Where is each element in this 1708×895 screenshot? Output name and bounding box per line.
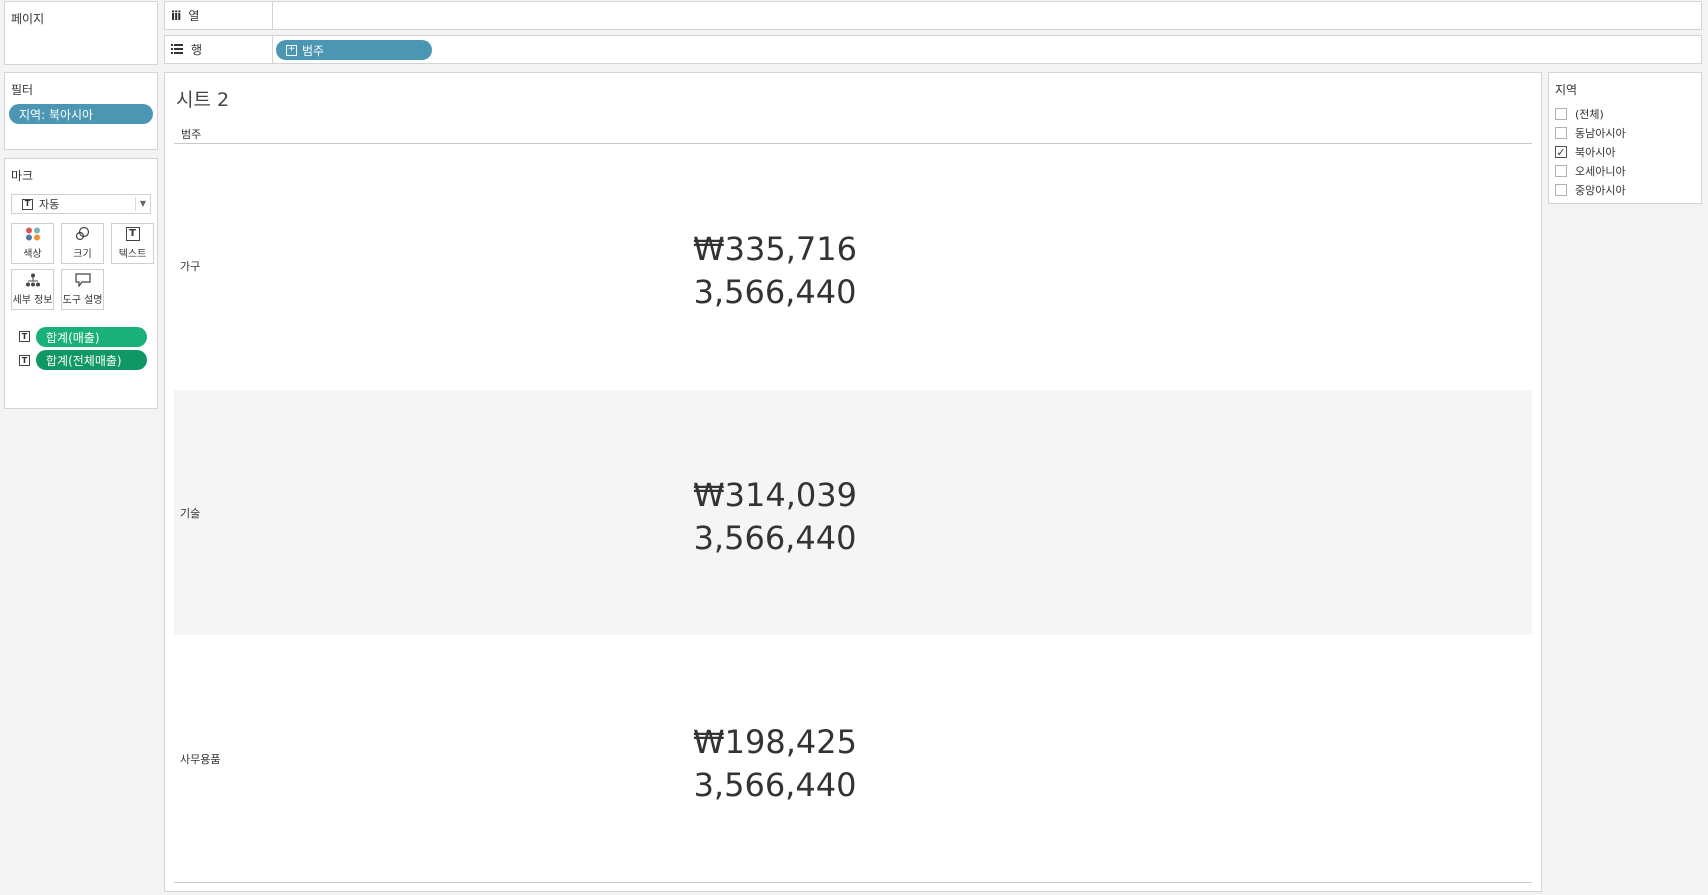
region-option-oceania[interactable]: 오세아니아: [1555, 163, 1626, 179]
region-option-north-asia[interactable]: ✓ 북아시아: [1555, 144, 1615, 160]
bottom-divider: [174, 882, 1532, 883]
region-filter-pill[interactable]: 지역: 북아시아: [9, 104, 153, 124]
checkbox[interactable]: [1555, 127, 1567, 139]
text-field-icon: T: [19, 331, 30, 342]
sum-total-sales-label: 합계(전체매출): [46, 353, 122, 368]
columns-label: 열: [188, 9, 200, 23]
marks-title: 마크: [11, 169, 34, 183]
sales-value[interactable]: ₩314,039: [96, 476, 1454, 514]
detail-button[interactable]: 세부 정보: [11, 269, 54, 310]
total-sales-value[interactable]: 3,566,440: [96, 766, 1454, 804]
size-label: 크기: [73, 249, 92, 260]
sum-sales-label: 합계(매출): [46, 330, 100, 345]
category-row-pill[interactable]: + 범주: [276, 40, 432, 60]
columns-shelf[interactable]: iii 열: [164, 1, 1702, 30]
expand-icon[interactable]: +: [286, 44, 297, 56]
sum-sales-pill[interactable]: 합계(매출): [36, 327, 147, 347]
detail-icon: [25, 273, 40, 287]
worksheet[interactable]: 시트 2 범주 가구 ₩335,716 3,566,440 기술 ₩314,03…: [164, 72, 1542, 892]
pages-panel[interactable]: 페이지: [4, 1, 158, 65]
table-row: 사무용품 ₩198,425 3,566,440: [174, 636, 1532, 882]
checkbox[interactable]: [1555, 165, 1567, 177]
size-icon: [75, 227, 89, 241]
region-option-all[interactable]: (전체): [1555, 106, 1604, 122]
region-option-label: 오세아니아: [1575, 165, 1626, 178]
row-header: 범주: [181, 128, 202, 141]
columns-icon: iii: [171, 8, 181, 23]
filters-panel[interactable]: 필터 지역: 북아시아: [4, 72, 158, 150]
detail-label: 세부 정보: [12, 295, 53, 306]
mark-type-dropdown[interactable]: T 자동 ▼: [11, 194, 151, 214]
region-option-label: 중앙아시아: [1575, 184, 1626, 197]
mark-type-label: 자동: [39, 198, 60, 211]
region-option-label: (전체): [1575, 108, 1604, 121]
sheet-title: 시트 2: [176, 89, 230, 111]
sum-total-sales-pill[interactable]: 합계(전체매출): [36, 350, 147, 370]
rows-shelf-header: 행: [165, 36, 273, 63]
region-option-southeast-asia[interactable]: 동남아시아: [1555, 125, 1626, 141]
text-mark-icon: T: [22, 198, 33, 210]
region-option-central-asia[interactable]: 중앙아시아: [1555, 182, 1626, 198]
region-option-label: 동남아시아: [1575, 127, 1626, 140]
rows-label: 행: [191, 43, 203, 57]
tooltip-icon: [74, 273, 91, 287]
table-row: 가구 ₩335,716 3,566,440: [174, 144, 1532, 389]
rows-icon: [171, 43, 183, 57]
region-card-title: 지역: [1555, 83, 1578, 97]
text-field-icon: T: [19, 355, 30, 366]
pages-title: 페이지: [11, 12, 45, 26]
color-label: 색상: [23, 249, 42, 260]
columns-shelf-header: iii 열: [165, 2, 273, 29]
color-icon: [25, 227, 40, 241]
sales-value[interactable]: ₩335,716: [96, 230, 1454, 268]
checkbox-checked[interactable]: ✓: [1555, 146, 1567, 158]
region-option-label: 북아시아: [1575, 146, 1616, 159]
rows-shelf[interactable]: 행 + 범주: [164, 35, 1702, 64]
check-icon: ✓: [1556, 145, 1566, 159]
table-row: 기술 ₩314,039 3,566,440: [174, 390, 1532, 635]
region-filter-label: 지역: 북아시아: [19, 107, 94, 122]
checkbox[interactable]: [1555, 108, 1567, 120]
checkbox[interactable]: [1555, 184, 1567, 196]
region-filter-card[interactable]: 지역 (전체) 동남아시아 ✓ 북아시아 오세아니아 중앙아시아: [1548, 72, 1702, 204]
total-sales-value[interactable]: 3,566,440: [96, 519, 1454, 557]
sales-value[interactable]: ₩198,425: [96, 723, 1454, 761]
total-sales-value[interactable]: 3,566,440: [96, 273, 1454, 311]
filters-title: 필터: [11, 83, 34, 97]
category-pill-label: 범주: [302, 43, 325, 58]
color-button[interactable]: 색상: [11, 223, 54, 264]
chevron-down-icon: ▼: [134, 197, 146, 211]
